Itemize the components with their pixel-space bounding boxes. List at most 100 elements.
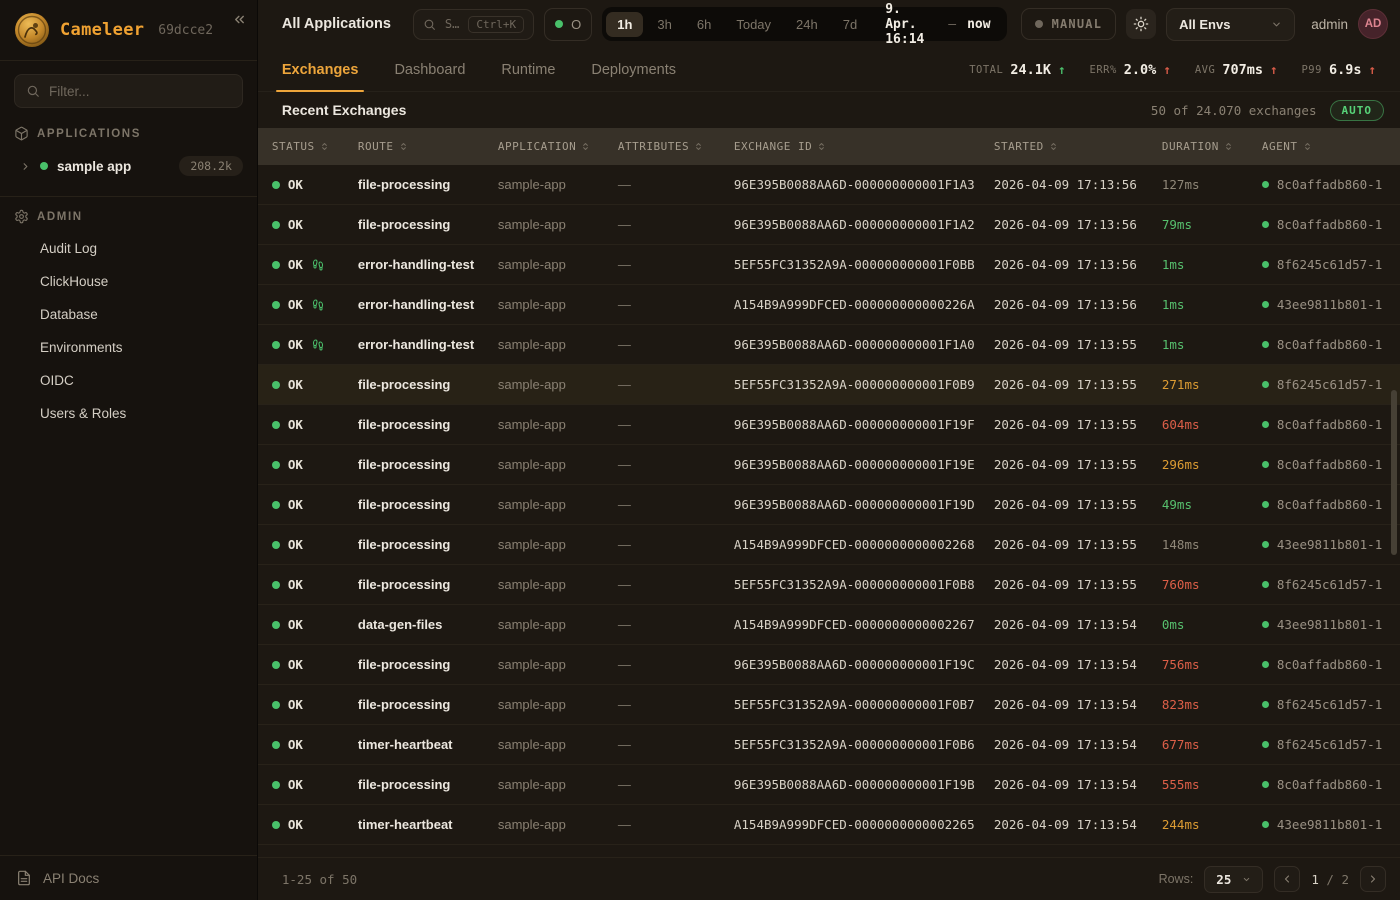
sidebar-item-sample-app[interactable]: sample app 208.2k [0,148,257,184]
tab-exchanges[interactable]: Exchanges [282,48,359,91]
application-cell: sample-app [498,297,618,312]
attributes-cell: — [618,417,734,432]
sidebar-item-oidc[interactable]: OIDC [0,366,257,396]
topbar: All Applications S… Ctrl+K O 1h3h6hToday… [258,0,1400,48]
tab-dashboard[interactable]: Dashboard [394,48,465,91]
scrollbar-thumb[interactable] [1391,390,1397,555]
agent-status-dot [1262,381,1269,388]
table-row[interactable]: OK error-handling-test sample-app — 5EF5… [258,245,1400,285]
env-select[interactable]: All Envs [1166,8,1295,41]
exchange-id-cell: 5EF55FC31352A9A-000000000001F0B7 [734,697,994,712]
column-header-agent[interactable]: AGENT [1262,140,1400,153]
column-header-status[interactable]: STATUS [272,140,358,153]
agent-status-dot [1262,421,1269,428]
status-text: OK [288,537,303,552]
attributes-cell: — [618,297,734,312]
exchange-id-cell: 5EF55FC31352A9A-000000000001F0B8 [734,577,994,592]
api-docs-link[interactable]: API Docs [0,855,257,900]
sidebar-item-environments[interactable]: Environments [0,333,257,363]
stat-err: ERR% 2.0% ↑ [1090,62,1171,78]
table-row[interactable]: OK file-processing sample-app — 96E395B0… [258,405,1400,445]
status-dot [272,621,280,629]
brand-header: Cameleer 69dcce2 [0,0,257,61]
route-cell: file-processing [358,657,498,672]
sidebar-collapse-icon[interactable] [232,12,247,27]
filter-placeholder: Filter... [49,84,90,99]
stats-strip: TOTAL 24.1K ↑ ERR% 2.0% ↑ AVG 707ms ↑ P9… [969,48,1376,91]
agent-status-dot [1262,701,1269,708]
column-header-attributes[interactable]: ATTRIBUTES [618,140,734,153]
column-header-exchange-id[interactable]: EXCHANGE ID [734,140,994,153]
page-indicator: 1 / 2 [1311,872,1349,887]
manual-status-dot [1035,20,1043,28]
table-row[interactable]: OK file-processing sample-app — A154B9A9… [258,525,1400,565]
rows-per-page-select[interactable]: 25 [1204,866,1263,893]
agent-status-dot [1262,741,1269,748]
avatar[interactable]: AD [1358,9,1388,39]
status-cell: OK [272,177,358,192]
global-search-button[interactable]: S… Ctrl+K [413,9,534,40]
stat-value: 6.9s [1329,62,1362,78]
next-page-button[interactable] [1360,866,1386,892]
sidebar-item-users-roles[interactable]: Users & Roles [0,399,257,429]
started-cell: 2026-04-09 17:13:56 [994,297,1162,312]
application-cell: sample-app [498,617,618,632]
column-header-started[interactable]: STARTED [994,140,1162,153]
online-status-button[interactable]: O [544,8,592,41]
agent-id: 8c0affadb860-1 [1277,177,1382,192]
table-row[interactable]: OK error-handling-test sample-app — 96E3… [258,325,1400,365]
range-button-6h[interactable]: 6h [686,12,722,37]
sidebar-item-clickhouse[interactable]: ClickHouse [0,267,257,297]
status-dot [272,541,280,549]
theme-toggle-button[interactable] [1126,9,1156,39]
chevron-right-icon[interactable] [20,161,31,172]
date-range-display[interactable]: 9. Apr. 16:14 — now [871,2,1002,47]
column-header-application[interactable]: APPLICATION [498,140,618,153]
sidebar-filter-input[interactable]: Filter... [14,74,243,108]
duration-cell: 148ms [1162,537,1262,552]
table-row[interactable]: OK file-processing sample-app — 96E395B0… [258,645,1400,685]
auto-refresh-badge[interactable]: AUTO [1330,100,1385,121]
range-button-24h[interactable]: 24h [785,12,829,37]
sun-icon [1133,16,1149,32]
attributes-cell: — [618,257,734,272]
trend-arrow-icon: ↑ [1163,62,1171,77]
agent-cell: 8c0affadb860-1 [1262,337,1400,352]
manual-refresh-button[interactable]: MANUAL [1021,8,1117,40]
range-button-1h[interactable]: 1h [606,12,643,37]
table-row[interactable]: OK file-processing sample-app — 96E395B0… [258,165,1400,205]
tab-deployments[interactable]: Deployments [591,48,676,91]
exchange-id-cell: 5EF55FC31352A9A-000000000001F0B9 [734,377,994,392]
prev-page-button[interactable] [1274,866,1300,892]
column-header-duration[interactable]: DURATION [1162,140,1262,153]
exchange-id-cell: 5EF55FC31352A9A-000000000001F0BB [734,257,994,272]
application-cell: sample-app [498,777,618,792]
range-button-3h[interactable]: 3h [646,12,682,37]
agent-status-dot [1262,301,1269,308]
status-cell: OK [272,417,358,432]
status-text: OK [288,697,303,712]
table-row[interactable]: OK timer-heartbeat sample-app — A154B9A9… [258,805,1400,845]
agent-id: 8f6245c61d57-1 [1277,737,1382,752]
table-row[interactable]: OK error-handling-test sample-app — A154… [258,285,1400,325]
table-row[interactable]: OK file-processing sample-app — 96E395B0… [258,205,1400,245]
column-header-route[interactable]: ROUTE [358,140,498,153]
status-cell: OK [272,377,358,392]
table-row[interactable]: OK file-processing sample-app — 96E395B0… [258,765,1400,805]
tab-runtime[interactable]: Runtime [501,48,555,91]
table-row[interactable]: OK data-gen-files sample-app — A154B9A99… [258,605,1400,645]
agent-status-dot [1262,781,1269,788]
table-row[interactable]: OK file-processing sample-app — 5EF55FC3… [258,565,1400,605]
agent-id: 8c0affadb860-1 [1277,217,1382,232]
application-cell: sample-app [498,537,618,552]
range-button-7d[interactable]: 7d [832,12,868,37]
sidebar-item-database[interactable]: Database [0,300,257,330]
range-button-today[interactable]: Today [725,12,782,37]
table-row[interactable]: OK file-processing sample-app — 96E395B0… [258,485,1400,525]
table-row[interactable]: OK file-processing sample-app — 96E395B0… [258,445,1400,485]
footprints-icon [312,259,324,271]
table-row[interactable]: OK timer-heartbeat sample-app — 5EF55FC3… [258,725,1400,765]
table-row[interactable]: OK file-processing sample-app — 5EF55FC3… [258,685,1400,725]
sidebar-item-audit-log[interactable]: Audit Log [0,234,257,264]
table-row[interactable]: OK file-processing sample-app — 5EF55FC3… [258,365,1400,405]
